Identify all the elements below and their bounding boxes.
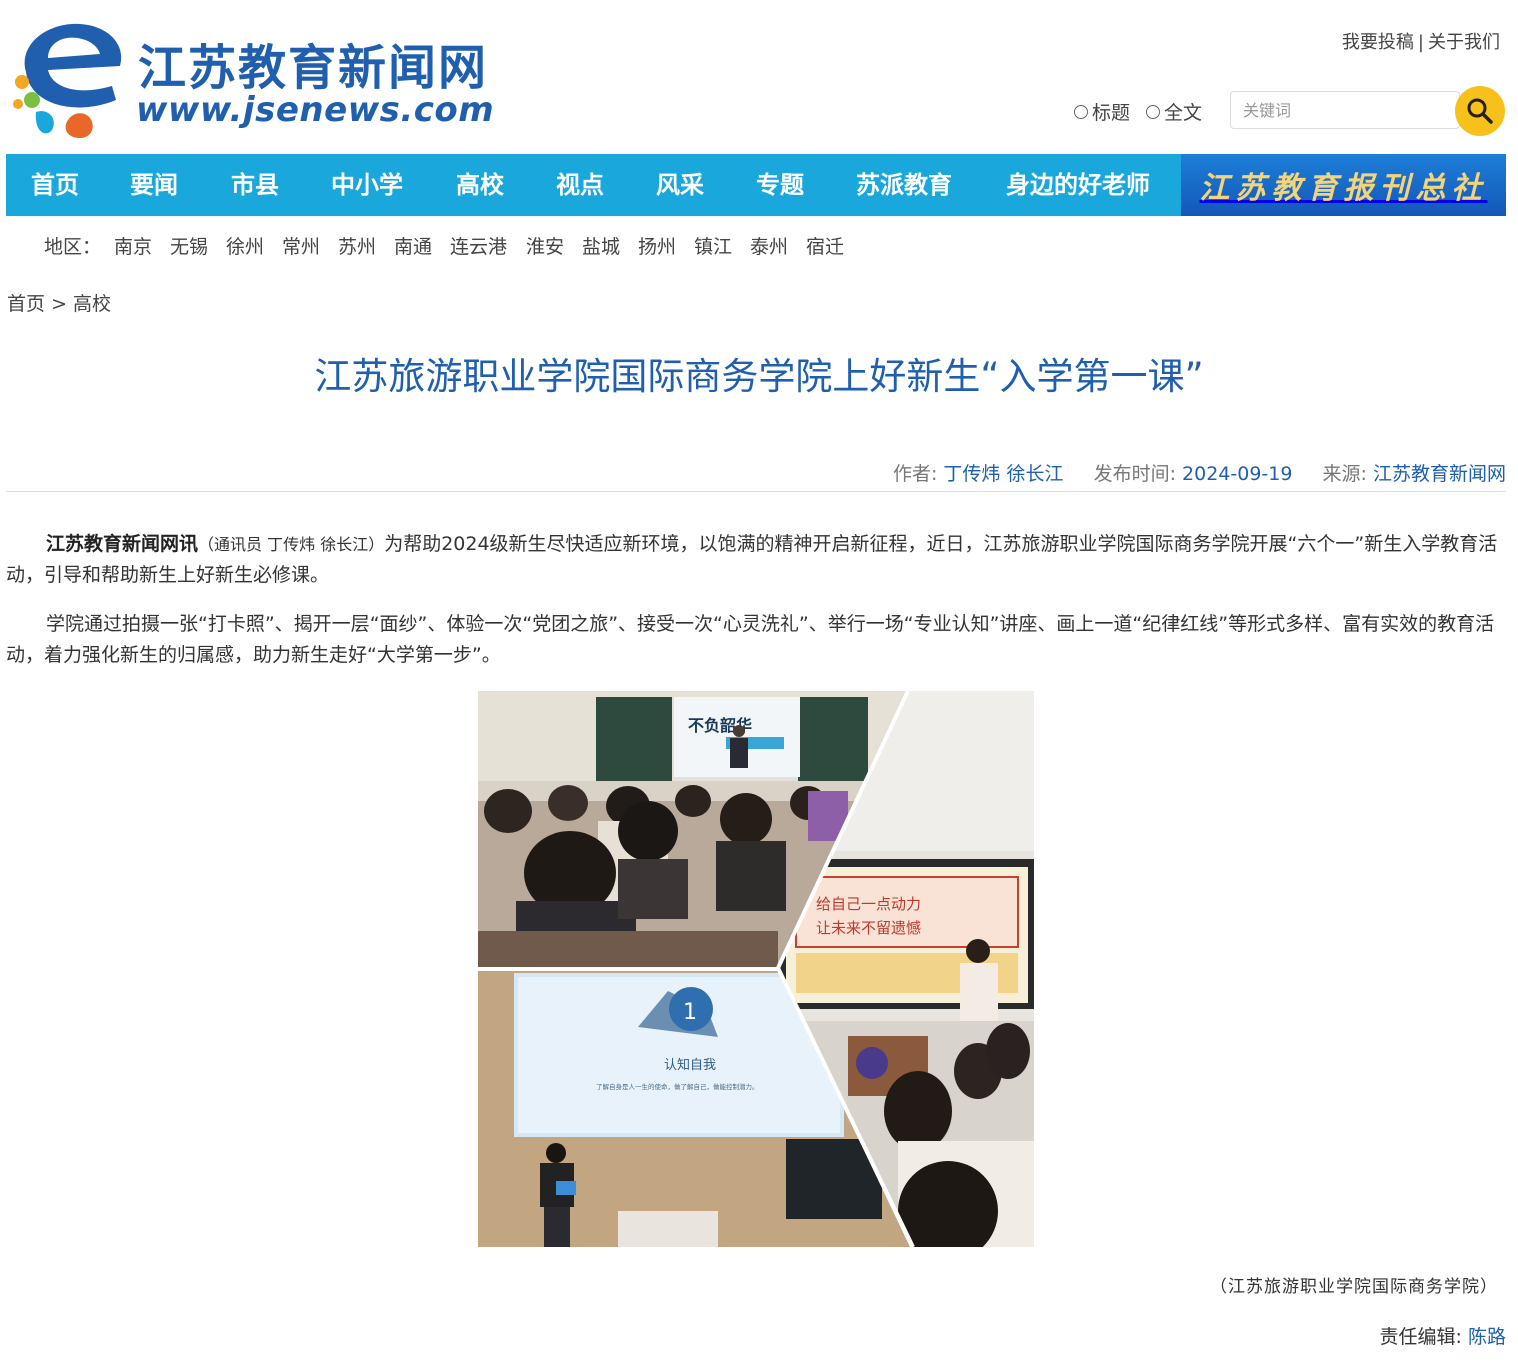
publisher-banner-link[interactable]: 江苏教育报刊总社 — [1181, 154, 1506, 216]
author-value: 丁传炜 徐长江 — [943, 463, 1064, 485]
breadcrumb-current[interactable]: 高校 — [73, 293, 111, 315]
region-link-huaian[interactable]: 淮安 — [526, 232, 564, 259]
region-link-changzhou[interactable]: 常州 — [282, 232, 320, 259]
search-icon — [1467, 98, 1493, 124]
lead-correspondents: （通讯员 丁传炜 徐长江） — [198, 535, 385, 554]
date-value: 2024-09-19 — [1182, 463, 1293, 485]
board-line-2: 让未来不留遗憾 — [816, 919, 921, 937]
nav-item-supai-education[interactable]: 苏派教育 — [856, 154, 952, 216]
submit-article-link[interactable]: 我要投稿 — [1342, 32, 1414, 53]
top-links: 我要投稿 | 关于我们 — [1342, 28, 1500, 54]
editor-value: 陈路 — [1467, 1326, 1506, 1348]
board-line-1: 给自己一点动力 — [816, 895, 921, 913]
nav-item-topics[interactable]: 专题 — [756, 154, 804, 216]
slide-number: 1 — [683, 1000, 697, 1025]
radio-icon[interactable] — [1074, 104, 1088, 119]
logo-e-icon — [13, 23, 122, 138]
nav-item-headlines[interactable]: 要闻 — [130, 154, 178, 216]
region-link-suzhou[interactable]: 苏州 — [338, 232, 376, 259]
region-link-lianyungang[interactable]: 连云港 — [450, 232, 507, 259]
search-area: 标题 全文 — [1072, 86, 1512, 136]
article-paragraph-2: 学院通过拍摄一张“打卡照”、揭开一层“面纱”、体验一次“党团之旅”、接受一次“心… — [6, 613, 1495, 666]
photo-caption: （江苏旅游职业学院国际商务学院） — [1210, 1277, 1498, 1297]
publisher-banner-text: 江苏教育报刊总社 — [1199, 171, 1488, 206]
region-link-zhenjiang[interactable]: 镇江 — [694, 232, 732, 259]
logo-url: www.jsenews.com — [136, 90, 495, 130]
search-input[interactable] — [1230, 91, 1460, 129]
article-paragraph-1: 江苏教育新闻网讯（通讯员 丁传炜 徐长江）为帮助2024级新生尽快适应新环境，以… — [6, 529, 1501, 591]
main-nav: 首页 要闻 市县 中小学 高校 视点 风采 专题 苏派教育 身边的好老师 江苏教… — [6, 154, 1506, 216]
region-link-suqian[interactable]: 宿迁 — [806, 232, 844, 259]
article-title: 江苏旅游职业学院国际商务学院上好新生“入学第一课” — [314, 355, 1204, 398]
breadcrumb-separator: > — [51, 293, 67, 315]
author-label: 作者: — [892, 463, 938, 485]
slide-subtext: 了解自身是人一生的使命，做了解自己，做能控制潜力。 — [596, 1082, 759, 1091]
region-link-taizhou[interactable]: 泰州 — [750, 232, 788, 259]
region-link-nanjing[interactable]: 南京 — [114, 232, 152, 259]
meta-divider — [6, 491, 1506, 492]
region-link-nantong[interactable]: 南通 — [394, 232, 432, 259]
lead-dateline: 江苏教育新闻网讯 — [46, 533, 199, 555]
nav-item-profiles[interactable]: 风采 — [656, 154, 704, 216]
date-label: 发布时间: — [1093, 463, 1176, 485]
breadcrumb-home[interactable]: 首页 — [7, 293, 45, 315]
source-label: 来源: — [1322, 463, 1367, 485]
search-button[interactable] — [1455, 86, 1505, 136]
radio-icon[interactable] — [1146, 104, 1160, 119]
region-link-wuxi[interactable]: 无锡 — [170, 232, 208, 259]
top-links-divider: | — [1417, 32, 1424, 53]
region-link-yancheng[interactable]: 盐城 — [582, 232, 620, 259]
editor-label: 责任编辑: — [1379, 1326, 1462, 1348]
region-link-xuzhou[interactable]: 徐州 — [226, 232, 264, 259]
region-label: 地区： — [44, 236, 102, 258]
source-value: 江苏教育新闻网 — [1372, 463, 1506, 485]
search-option-fulltext[interactable]: 全文 — [1146, 98, 1202, 125]
about-us-link[interactable]: 关于我们 — [1428, 32, 1500, 53]
slide-heading-c: 认知自我 — [664, 1057, 716, 1073]
nav-item-cities[interactable]: 市县 — [231, 154, 279, 216]
site-header: 江苏教育新闻网 www.jsenews.com 我要投稿 | 关于我们 标题 全文 — [0, 0, 1518, 150]
responsible-editor: 责任编辑: 陈路 — [1380, 1322, 1506, 1349]
nav-item-universities[interactable]: 高校 — [456, 154, 504, 216]
nav-item-k12[interactable]: 中小学 — [331, 154, 403, 216]
region-link-yangzhou[interactable]: 扬州 — [638, 232, 676, 259]
nav-item-good-teachers[interactable]: 身边的好老师 — [1006, 154, 1150, 216]
collage-image: 不负韶华 给自己一点动力 让未来不留遗憾 1 认知自我 了解自身是人一生的使命，… — [478, 691, 1034, 1247]
logo-title: 江苏教育新闻网 — [138, 40, 489, 96]
site-logo[interactable]: 江苏教育新闻网 www.jsenews.com — [8, 14, 538, 138]
article-meta: 作者: 丁传炜 徐长江 发布时间: 2024-09-19 来源: 江苏教育新闻网 — [893, 459, 1506, 486]
breadcrumb: 首页 > 高校 — [7, 289, 111, 316]
search-option-title[interactable]: 标题 — [1074, 98, 1130, 125]
nav-item-viewpoints[interactable]: 视点 — [556, 154, 604, 216]
article-photo-collage: 不负韶华 给自己一点动力 让未来不留遗憾 1 认知自我 了解自身是人一生的使命，… — [478, 691, 1034, 1247]
nav-item-home[interactable]: 首页 — [31, 154, 79, 216]
